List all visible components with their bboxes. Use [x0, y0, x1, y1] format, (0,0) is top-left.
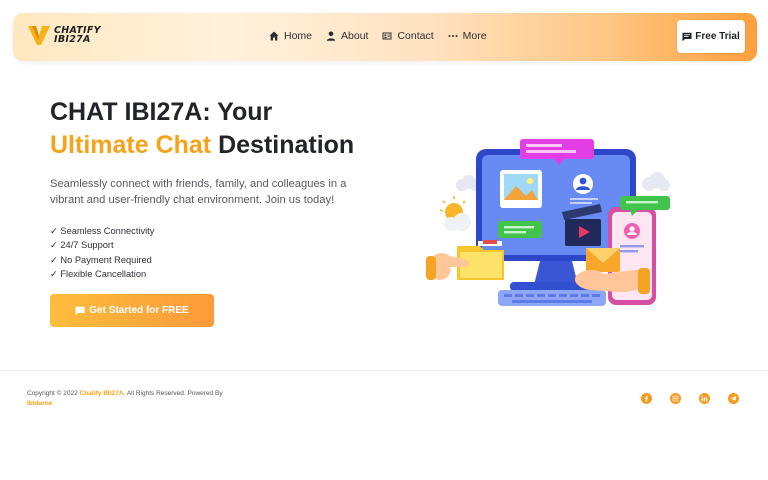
nav-about-label: About — [341, 30, 369, 42]
telegram-link[interactable] — [728, 393, 739, 404]
feature-item: ✓ No Payment Required — [50, 254, 152, 265]
chat-bubble-icon — [498, 221, 542, 238]
free-trial-button[interactable]: Free Trial — [677, 20, 745, 53]
feature-item: ✓ Flexible Cancellation — [50, 268, 147, 279]
get-started-label: Get Started for FREE — [89, 305, 189, 316]
hero-description: Seamlessly connect with friends, family,… — [50, 178, 347, 206]
nav-home[interactable]: Home — [269, 30, 312, 42]
instagram-icon — [672, 395, 679, 402]
feature-list: ✓ Seamless Connectivity ✓ 24/7 Support ✓… — [50, 224, 154, 281]
hero-illustration — [426, 139, 670, 306]
facebook-icon — [644, 395, 649, 402]
footer-divider — [0, 370, 768, 371]
nav-more[interactable]: More — [448, 30, 487, 42]
copyright-brand-link[interactable]: Chatify IBI27A — [80, 390, 124, 397]
nav-contact-label: Contact — [397, 30, 434, 42]
linkedin-link[interactable] — [699, 393, 710, 404]
nav-contact[interactable]: Contact — [382, 30, 434, 42]
logo[interactable]: CHATIFY IBI27A — [27, 23, 101, 47]
ellipsis-icon — [448, 35, 458, 37]
home-icon — [269, 31, 279, 41]
hero-title-accent: Ultimate Chat — [50, 131, 212, 159]
hero-title: CHAT IBI27A: Your Ultimate Chat Destinat… — [50, 96, 430, 162]
chat-icon — [682, 32, 692, 41]
feature-item: ✓ Seamless Connectivity — [50, 226, 155, 236]
logo-v-icon — [28, 26, 50, 45]
get-started-button[interactable]: Get Started for FREE — [50, 294, 214, 327]
copyright-text: Copyright © 2022 Chatify IBI27A. All Rig… — [27, 389, 267, 409]
copyright-suffix: . All Rights Reserved. Powered By — [123, 390, 223, 397]
hero-title-line1: CHAT IBI27A: Your — [50, 98, 273, 126]
instagram-link[interactable] — [670, 393, 681, 404]
nav-about[interactable]: About — [326, 30, 368, 42]
hero-title-rest: Destination — [211, 131, 355, 159]
chat-icon — [75, 306, 85, 315]
copyright-prefix: Copyright © 2022 — [27, 390, 80, 397]
powered-by-link[interactable]: Ibidarne — [27, 400, 52, 407]
feature-item: ✓ 24/7 Support — [50, 240, 114, 251]
nav-home-label: Home — [284, 30, 313, 42]
image-icon — [500, 170, 542, 208]
sun-icon — [439, 196, 471, 231]
linkedin-icon — [701, 395, 708, 402]
navbar: CHATIFY IBI27A Home About Contact More F… — [13, 13, 757, 61]
logo-line2: IBI27A — [54, 34, 91, 45]
nav-more-label: More — [462, 30, 487, 42]
main-nav: Home About Contact More — [269, 30, 487, 42]
contact-card-icon — [382, 32, 392, 40]
free-trial-label: Free Trial — [695, 31, 740, 42]
logo-text: CHATIFY IBI27A — [54, 26, 101, 45]
facebook-link[interactable] — [641, 393, 652, 404]
envelope-icon — [586, 248, 620, 272]
social-links — [641, 393, 739, 404]
user-icon — [326, 31, 336, 41]
telegram-icon — [730, 396, 737, 402]
